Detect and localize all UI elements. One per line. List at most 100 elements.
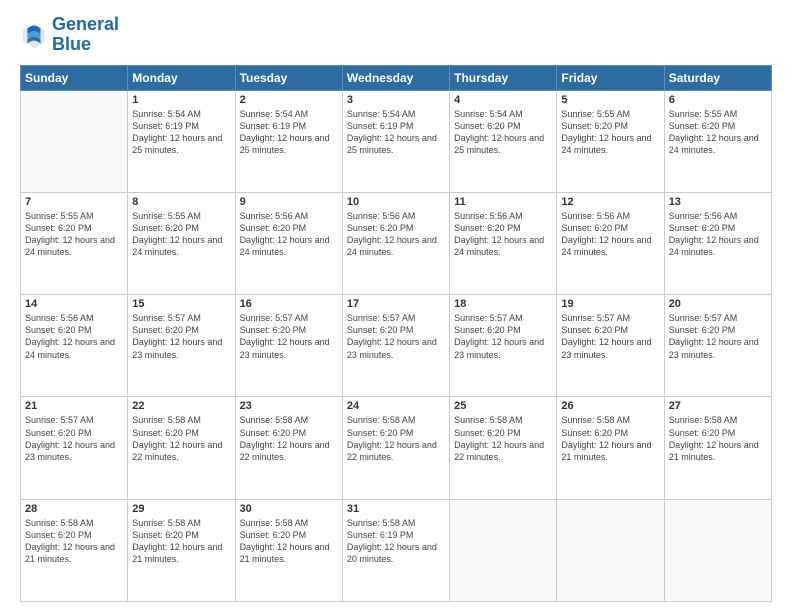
day-number: 23 xyxy=(240,400,338,412)
day-info: Sunrise: 5:58 AM Sunset: 6:20 PM Dayligh… xyxy=(240,414,338,463)
logo: General Blue xyxy=(20,15,119,55)
day-info: Sunrise: 5:57 AM Sunset: 6:20 PM Dayligh… xyxy=(132,312,230,361)
weekday-header-saturday: Saturday xyxy=(664,65,771,90)
day-info: Sunrise: 5:56 AM Sunset: 6:20 PM Dayligh… xyxy=(347,210,445,259)
day-number: 18 xyxy=(454,298,552,310)
day-number: 15 xyxy=(132,298,230,310)
calendar-cell: 11 Sunrise: 5:56 AM Sunset: 6:20 PM Dayli… xyxy=(450,192,557,294)
day-number: 28 xyxy=(25,503,123,515)
day-number: 11 xyxy=(454,196,552,208)
calendar-cell: 4 Sunrise: 5:54 AM Sunset: 6:20 PM Daylig… xyxy=(450,90,557,192)
calendar-cell: 31 Sunrise: 5:58 AM Sunset: 6:19 PM Dayli… xyxy=(342,499,449,601)
calendar-cell: 20 Sunrise: 5:57 AM Sunset: 6:20 PM Dayli… xyxy=(664,295,771,397)
day-info: Sunrise: 5:57 AM Sunset: 6:20 PM Dayligh… xyxy=(25,414,123,463)
day-info: Sunrise: 5:56 AM Sunset: 6:20 PM Dayligh… xyxy=(240,210,338,259)
logo-text: General Blue xyxy=(52,15,119,55)
calendar-cell: 12 Sunrise: 5:56 AM Sunset: 6:20 PM Dayli… xyxy=(557,192,664,294)
calendar-cell: 26 Sunrise: 5:58 AM Sunset: 6:20 PM Dayli… xyxy=(557,397,664,499)
calendar-cell: 19 Sunrise: 5:57 AM Sunset: 6:20 PM Dayli… xyxy=(557,295,664,397)
day-number: 2 xyxy=(240,94,338,106)
calendar-cell: 2 Sunrise: 5:54 AM Sunset: 6:19 PM Daylig… xyxy=(235,90,342,192)
calendar-cell: 14 Sunrise: 5:56 AM Sunset: 6:20 PM Dayli… xyxy=(21,295,128,397)
calendar-cell: 30 Sunrise: 5:58 AM Sunset: 6:20 PM Dayli… xyxy=(235,499,342,601)
day-info: Sunrise: 5:57 AM Sunset: 6:20 PM Dayligh… xyxy=(347,312,445,361)
day-number: 8 xyxy=(132,196,230,208)
day-number: 1 xyxy=(132,94,230,106)
day-info: Sunrise: 5:58 AM Sunset: 6:20 PM Dayligh… xyxy=(25,517,123,566)
calendar-cell xyxy=(21,90,128,192)
calendar-cell: 22 Sunrise: 5:58 AM Sunset: 6:20 PM Dayli… xyxy=(128,397,235,499)
weekday-header-friday: Friday xyxy=(557,65,664,90)
calendar-cell: 9Sunrise: 5:56 AM Sunset: 6:20 PM Daylig… xyxy=(235,192,342,294)
calendar-cell: 23 Sunrise: 5:58 AM Sunset: 6:20 PM Dayli… xyxy=(235,397,342,499)
day-info: Sunrise: 5:55 AM Sunset: 6:20 PM Dayligh… xyxy=(561,108,659,157)
day-info: Sunrise: 5:55 AM Sunset: 6:20 PM Dayligh… xyxy=(25,210,123,259)
day-info: Sunrise: 5:54 AM Sunset: 6:20 PM Dayligh… xyxy=(454,108,552,157)
day-number: 5 xyxy=(561,94,659,106)
calendar-cell: 25Sunrise: 5:58 AM Sunset: 6:20 PM Dayli… xyxy=(450,397,557,499)
day-info: Sunrise: 5:54 AM Sunset: 6:19 PM Dayligh… xyxy=(347,108,445,157)
day-number: 20 xyxy=(669,298,767,310)
calendar-cell: 8 Sunrise: 5:55 AM Sunset: 6:20 PM Daylig… xyxy=(128,192,235,294)
day-number: 29 xyxy=(132,503,230,515)
day-info: Sunrise: 5:57 AM Sunset: 6:20 PM Dayligh… xyxy=(669,312,767,361)
week-row-3: 14 Sunrise: 5:56 AM Sunset: 6:20 PM Dayli… xyxy=(21,295,772,397)
day-number: 30 xyxy=(240,503,338,515)
day-info: Sunrise: 5:57 AM Sunset: 6:20 PM Dayligh… xyxy=(561,312,659,361)
day-info: Sunrise: 5:58 AM Sunset: 6:20 PM Dayligh… xyxy=(240,517,338,566)
calendar-cell: 13Sunrise: 5:56 AM Sunset: 6:20 PM Dayli… xyxy=(664,192,771,294)
week-row-1: 1 Sunrise: 5:54 AM Sunset: 6:19 PM Daylig… xyxy=(21,90,772,192)
day-number: 25 xyxy=(454,400,552,412)
calendar-cell: 10 Sunrise: 5:56 AM Sunset: 6:20 PM Dayli… xyxy=(342,192,449,294)
day-info: Sunrise: 5:58 AM Sunset: 6:20 PM Dayligh… xyxy=(347,414,445,463)
header: General Blue xyxy=(20,15,772,55)
calendar-cell: 29 Sunrise: 5:58 AM Sunset: 6:20 PM Dayli… xyxy=(128,499,235,601)
day-info: Sunrise: 5:56 AM Sunset: 6:20 PM Dayligh… xyxy=(454,210,552,259)
calendar-cell: 24 Sunrise: 5:58 AM Sunset: 6:20 PM Dayli… xyxy=(342,397,449,499)
day-number: 19 xyxy=(561,298,659,310)
day-info: Sunrise: 5:57 AM Sunset: 6:20 PM Dayligh… xyxy=(454,312,552,361)
day-info: Sunrise: 5:54 AM Sunset: 6:19 PM Dayligh… xyxy=(240,108,338,157)
day-number: 16 xyxy=(240,298,338,310)
logo-icon xyxy=(20,21,48,49)
calendar-cell: 3 Sunrise: 5:54 AM Sunset: 6:19 PM Daylig… xyxy=(342,90,449,192)
weekday-header-tuesday: Tuesday xyxy=(235,65,342,90)
day-number: 22 xyxy=(132,400,230,412)
day-info: Sunrise: 5:55 AM Sunset: 6:20 PM Dayligh… xyxy=(669,108,767,157)
weekday-header-thursday: Thursday xyxy=(450,65,557,90)
week-row-5: 28 Sunrise: 5:58 AM Sunset: 6:20 PM Dayli… xyxy=(21,499,772,601)
day-number: 24 xyxy=(347,400,445,412)
day-number: 26 xyxy=(561,400,659,412)
day-info: Sunrise: 5:58 AM Sunset: 6:19 PM Dayligh… xyxy=(347,517,445,566)
weekday-header-monday: Monday xyxy=(128,65,235,90)
day-number: 14 xyxy=(25,298,123,310)
calendar-cell: 18 Sunrise: 5:57 AM Sunset: 6:20 PM Dayli… xyxy=(450,295,557,397)
day-info: Sunrise: 5:54 AM Sunset: 6:19 PM Dayligh… xyxy=(132,108,230,157)
day-number: 4 xyxy=(454,94,552,106)
day-info: Sunrise: 5:58 AM Sunset: 6:20 PM Dayligh… xyxy=(132,414,230,463)
calendar-cell xyxy=(557,499,664,601)
day-number: 10 xyxy=(347,196,445,208)
day-number: 12 xyxy=(561,196,659,208)
day-number: 7 xyxy=(25,196,123,208)
calendar-cell: 27 Sunrise: 5:58 AM Sunset: 6:20 PM Dayli… xyxy=(664,397,771,499)
week-row-2: 7 Sunrise: 5:55 AM Sunset: 6:20 PM Daylig… xyxy=(21,192,772,294)
day-info: Sunrise: 5:58 AM Sunset: 6:20 PM Dayligh… xyxy=(669,414,767,463)
calendar-cell: 21 Sunrise: 5:57 AM Sunset: 6:20 PM Dayli… xyxy=(21,397,128,499)
day-info: Sunrise: 5:57 AM Sunset: 6:20 PM Dayligh… xyxy=(240,312,338,361)
day-info: Sunrise: 5:55 AM Sunset: 6:20 PM Dayligh… xyxy=(132,210,230,259)
day-number: 31 xyxy=(347,503,445,515)
calendar-cell: 1 Sunrise: 5:54 AM Sunset: 6:19 PM Daylig… xyxy=(128,90,235,192)
day-info: Sunrise: 5:56 AM Sunset: 6:20 PM Dayligh… xyxy=(561,210,659,259)
day-info: Sunrise: 5:56 AM Sunset: 6:20 PM Dayligh… xyxy=(25,312,123,361)
day-number: 3 xyxy=(347,94,445,106)
day-number: 21 xyxy=(25,400,123,412)
day-info: Sunrise: 5:58 AM Sunset: 6:20 PM Dayligh… xyxy=(561,414,659,463)
calendar-cell: 7 Sunrise: 5:55 AM Sunset: 6:20 PM Daylig… xyxy=(21,192,128,294)
calendar-cell: 16 Sunrise: 5:57 AM Sunset: 6:20 PM Dayli… xyxy=(235,295,342,397)
calendar-cell: 28 Sunrise: 5:58 AM Sunset: 6:20 PM Dayli… xyxy=(21,499,128,601)
weekday-header-row: SundayMondayTuesdayWednesdayThursdayFrid… xyxy=(21,65,772,90)
day-info: Sunrise: 5:58 AM Sunset: 6:20 PM Dayligh… xyxy=(132,517,230,566)
day-number: 27 xyxy=(669,400,767,412)
day-number: 17 xyxy=(347,298,445,310)
